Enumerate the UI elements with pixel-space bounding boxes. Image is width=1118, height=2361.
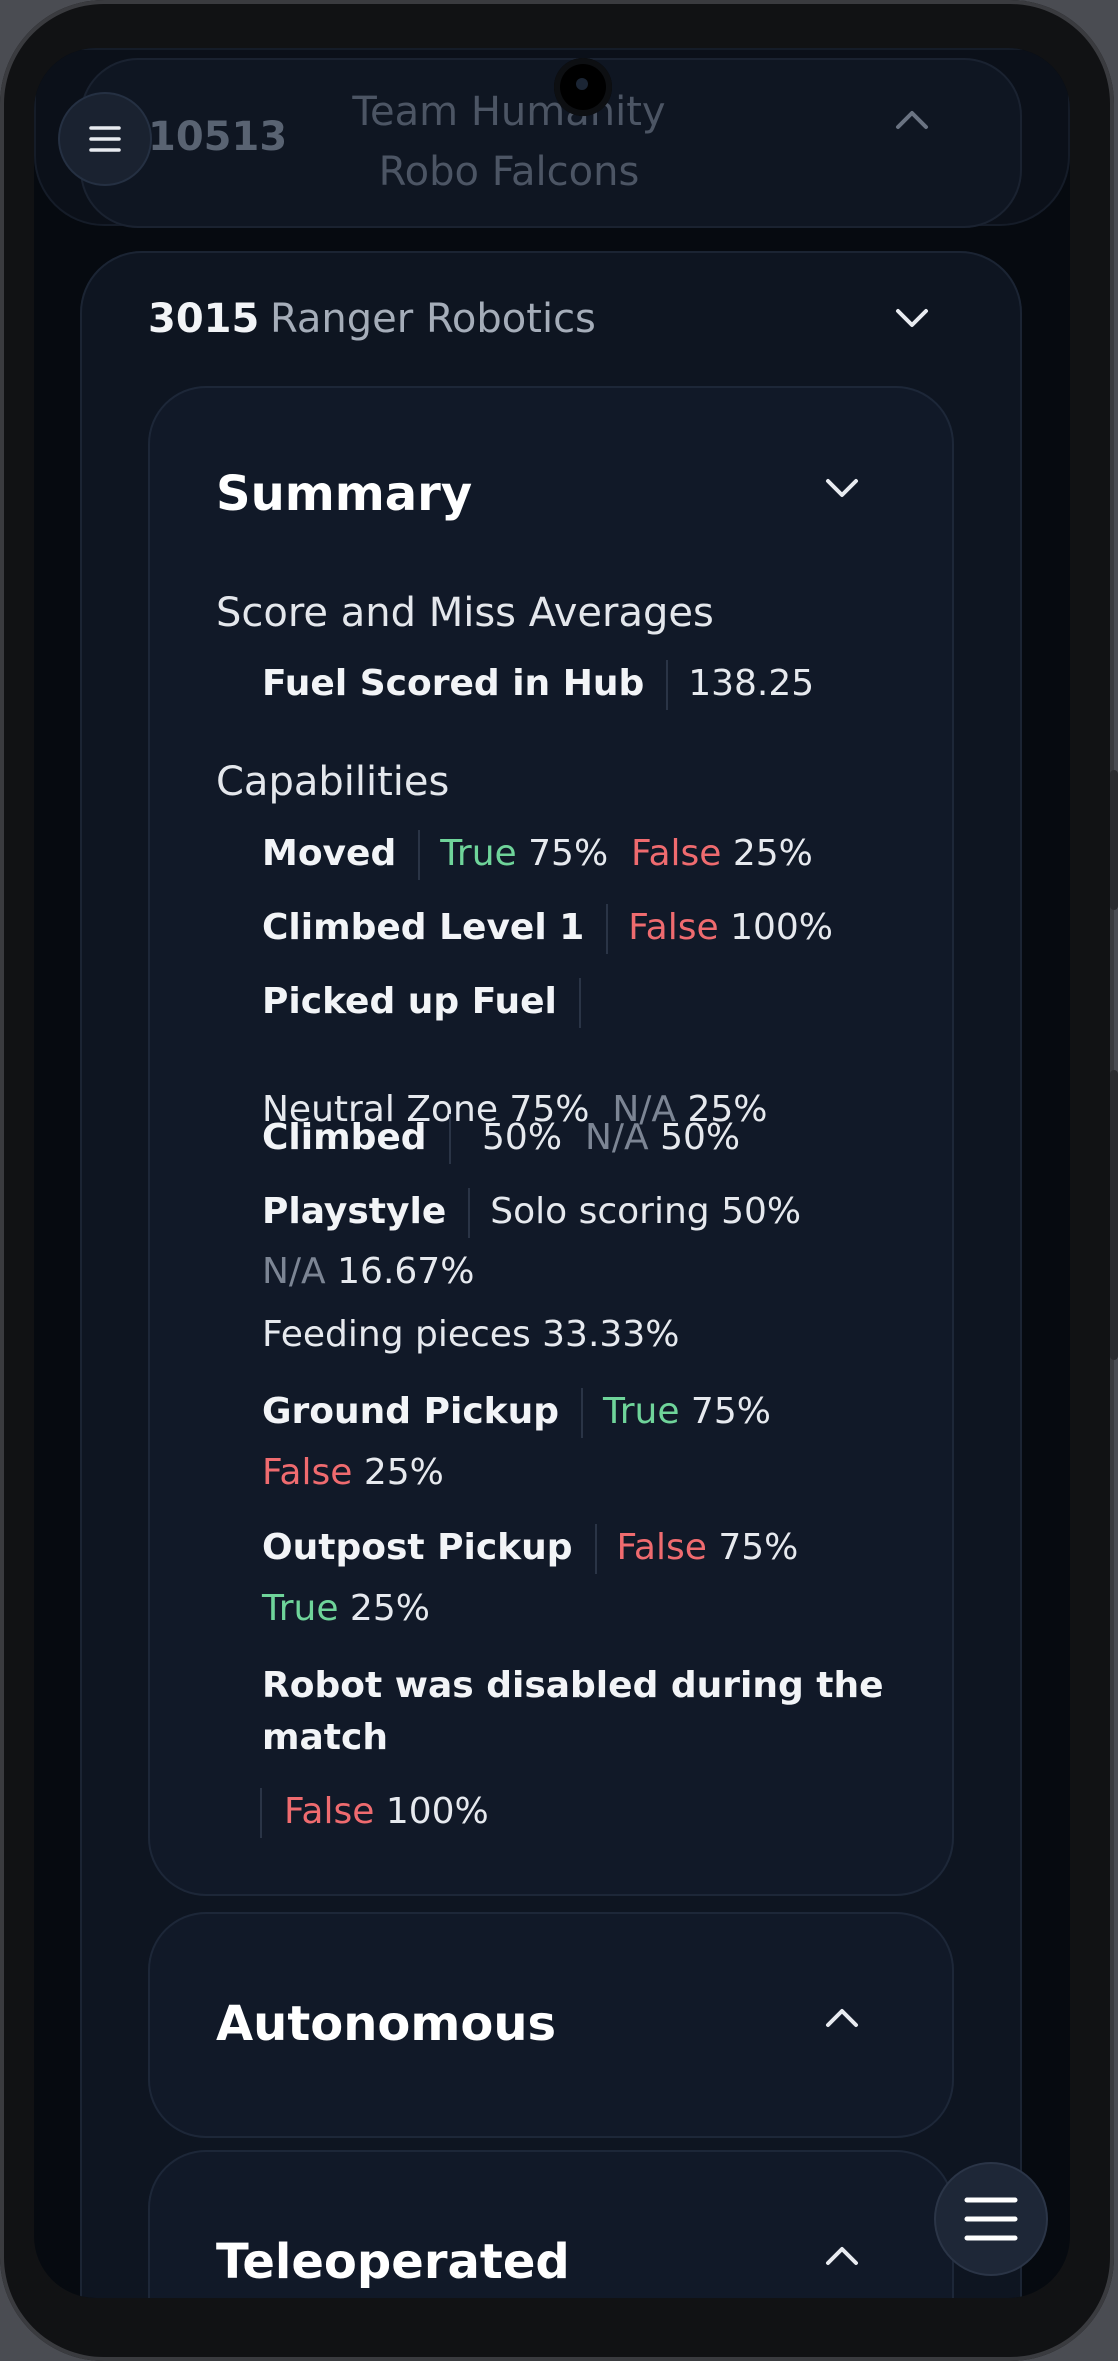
playstyle-opt2-row: Feeding pieces 33.33% — [262, 1314, 679, 1355]
ground-pickup-false: False — [262, 1452, 353, 1493]
outpost-pickup-false: False — [616, 1527, 707, 1568]
playstyle-opt1-pct: 50% — [721, 1191, 802, 1232]
climbed-blank-pct: 50% — [482, 1117, 563, 1158]
section-title-teleoperated: Teleoperated — [216, 2234, 570, 2290]
ground-pickup-true-pct: 75% — [690, 1391, 771, 1432]
chevron-up-icon[interactable] — [822, 2236, 862, 2276]
moved-true: True — [440, 833, 517, 874]
menu-icon — [89, 126, 121, 152]
climbed-label: Climbed — [262, 1117, 427, 1158]
climbed-level1-label: Climbed Level 1 — [262, 907, 585, 948]
disabled-label-line1: Robot was disabled during the — [262, 1665, 884, 1706]
collapsed-team-number: 10513 — [148, 114, 288, 160]
chevron-down-icon[interactable] — [892, 298, 932, 338]
climbed-row: Climbed 50% N/A 50% — [262, 1114, 740, 1164]
climbed-level1-false-pct: 100% — [730, 907, 834, 948]
outpost-pickup-true-pct: 25% — [349, 1588, 430, 1629]
playstyle-opt1: Solo scoring — [490, 1191, 710, 1232]
fuel-scored-value: 138.25 — [688, 663, 815, 704]
disabled-false-pct: 100% — [385, 1791, 489, 1832]
playstyle-na: N/A — [262, 1251, 326, 1292]
volume-button — [1110, 770, 1118, 910]
collapsed-team-name: Team Humanity Robo Falcons — [352, 89, 666, 195]
disabled-false: False — [284, 1791, 375, 1832]
outpost-pickup-label: Outpost Pickup — [262, 1527, 573, 1568]
climbed-level1-false: False — [628, 907, 719, 948]
capabilities-heading: Capabilities — [216, 759, 450, 805]
autonomous-section[interactable]: Autonomous — [148, 1912, 954, 2138]
phone-frame: 3015 Ranger Robotics Summary Score and M… — [0, 0, 1118, 2361]
section-title-autonomous: Autonomous — [216, 1996, 557, 2052]
score-averages-heading: Score and Miss Averages — [216, 590, 714, 636]
ground-pickup-row: Ground Pickup True 75% — [262, 1388, 771, 1438]
fuel-scored-row: Fuel Scored in Hub 138.25 — [262, 660, 814, 710]
disabled-row: Robot was disabled during the match — [262, 1660, 884, 1764]
climbed-level1-row: Climbed Level 1 False 100% — [262, 904, 833, 954]
power-button — [1110, 1070, 1118, 1360]
outpost-pickup-true-row: True 25% — [262, 1588, 430, 1629]
playstyle-row: Playstyle Solo scoring 50% — [262, 1188, 801, 1238]
chevron-up-icon[interactable] — [892, 100, 932, 140]
climbed-na-pct: 50% — [660, 1117, 741, 1158]
playstyle-na-pct: 16.67% — [337, 1251, 475, 1292]
outpost-pickup-true: True — [262, 1588, 339, 1629]
outpost-pickup-false-pct: 75% — [718, 1527, 799, 1568]
moved-true-pct: 75% — [528, 833, 609, 874]
moved-row: Moved True 75% False 25% — [262, 830, 813, 880]
section-title-summary: Summary — [216, 466, 473, 522]
menu-icon — [964, 2197, 1018, 2241]
ground-pickup-label: Ground Pickup — [262, 1391, 559, 1432]
moved-false: False — [631, 833, 722, 874]
moved-label: Moved — [262, 833, 397, 874]
ground-pickup-false-pct: 25% — [363, 1452, 444, 1493]
ground-pickup-false-row: False 25% — [262, 1452, 444, 1493]
app-screen: 3015 Ranger Robotics Summary Score and M… — [34, 48, 1070, 2298]
team-name: Ranger Robotics — [270, 296, 596, 342]
playstyle-opt2: Feeding pieces — [262, 1314, 531, 1355]
picked-fuel-row: Picked up Fuel — [262, 978, 601, 1028]
moved-false-pct: 25% — [732, 833, 813, 874]
playstyle-opt2-pct: 33.33% — [542, 1314, 680, 1355]
collapsed-team-header: 10513 Team Humanity Robo Falcons — [34, 48, 1070, 228]
floating-menu-button[interactable] — [936, 2164, 1046, 2274]
fuel-scored-label: Fuel Scored in Hub — [262, 663, 645, 704]
climbed-na: N/A — [584, 1117, 649, 1158]
front-camera — [554, 58, 612, 116]
outpost-pickup-row: Outpost Pickup False 75% — [262, 1524, 798, 1574]
teleoperated-section[interactable]: Teleoperated — [148, 2150, 954, 2298]
chevron-up-icon[interactable] — [822, 1998, 862, 2038]
ground-pickup-true: True — [603, 1391, 680, 1432]
picked-fuel-label: Picked up Fuel — [262, 981, 557, 1022]
team-number: 3015 — [148, 296, 260, 342]
disabled-values: False 100% — [260, 1788, 489, 1838]
playstyle-na-row: N/A 16.67% — [262, 1251, 474, 1292]
chevron-down-icon[interactable] — [822, 468, 862, 508]
disabled-label-line2: match — [262, 1717, 388, 1758]
playstyle-label: Playstyle — [262, 1191, 447, 1232]
menu-button-top[interactable] — [60, 94, 150, 184]
